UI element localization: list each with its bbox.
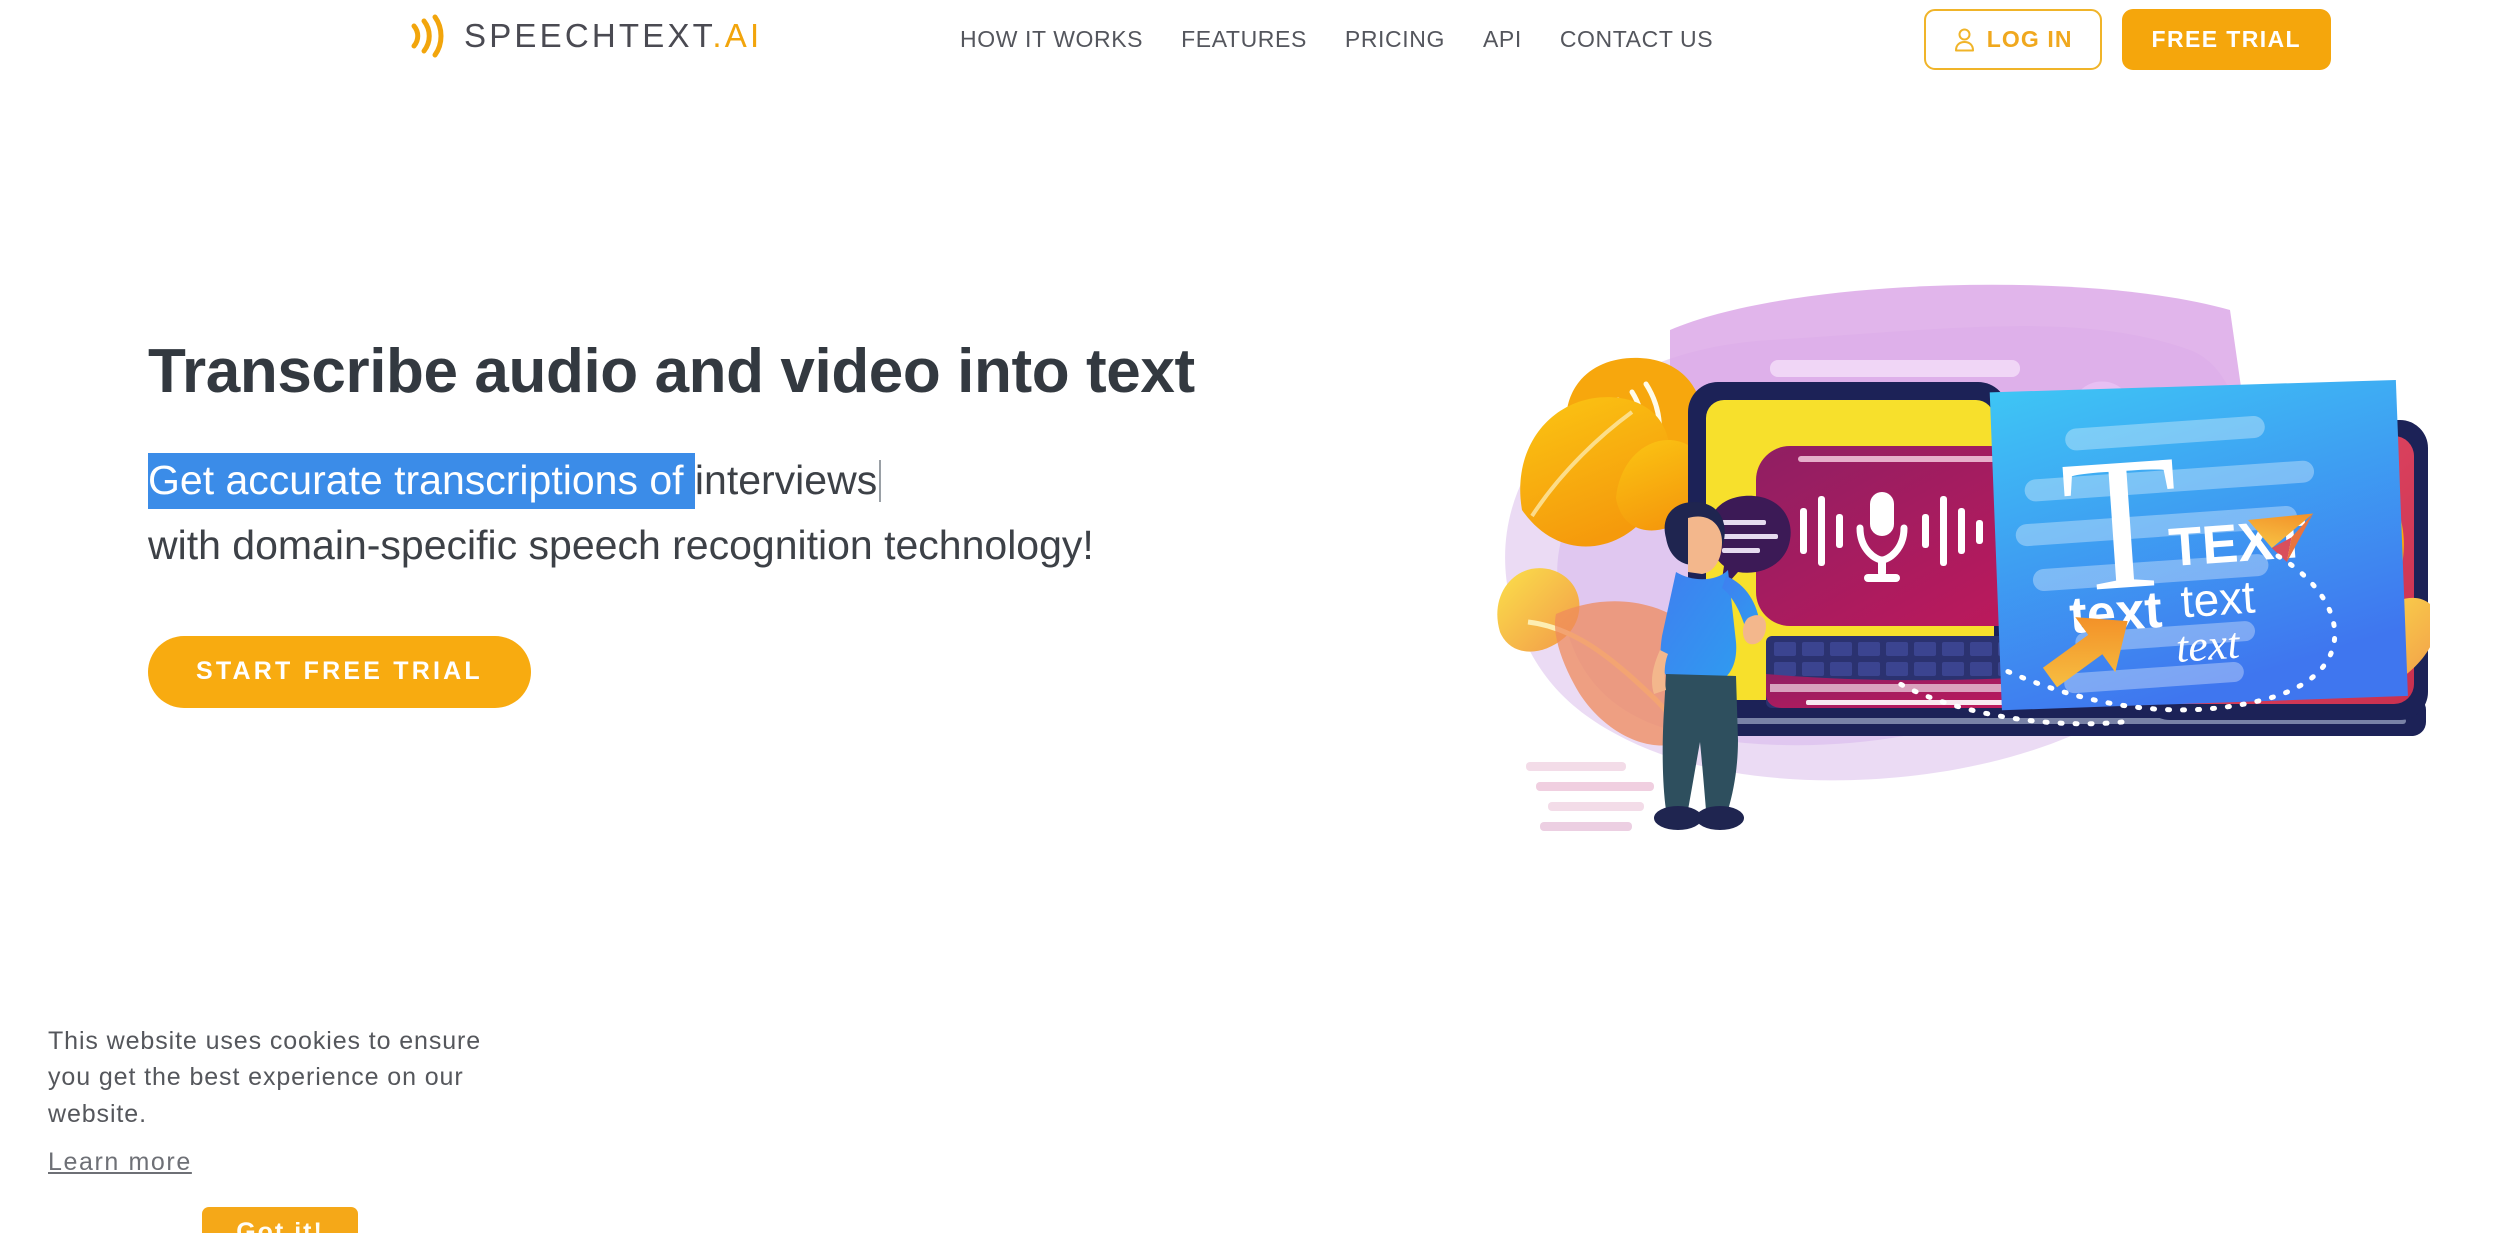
site-header: SPEECHTEXT.AI HOW IT WORKS FEATURES PRIC… — [0, 0, 2517, 86]
header-actions: LOG IN FREE TRIAL — [1923, 9, 2331, 70]
landing-page: SPEECHTEXT.AI HOW IT WORKS FEATURES PRIC… — [0, 0, 2517, 1233]
text-caret — [879, 460, 882, 503]
page-title: Transcribe audio and video into text — [148, 337, 1195, 406]
speech-to-text-illustration: T TEXT text text text — [1470, 270, 2430, 870]
nav-item-how-it-works[interactable]: HOW IT WORKS — [960, 26, 1143, 53]
free-trial-button-label: FREE TRIAL — [2151, 26, 2301, 52]
cookie-learn-more-link[interactable]: Learn more — [48, 1148, 192, 1177]
start-free-trial-label: START FREE TRIAL — [196, 657, 483, 686]
nav-item-api[interactable]: API — [1483, 26, 1522, 53]
logo-wordmark: SPEECHTEXT.AI — [464, 17, 762, 55]
login-button[interactable]: LOG IN — [1923, 9, 2102, 70]
hero-subtitle-rest: interviews — [694, 457, 878, 504]
illustration-text-4: text — [2174, 618, 2243, 671]
main-navigation: HOW IT WORKS FEATURES PRICING API CONTAC… — [960, 26, 1713, 53]
hero-content: Transcribe audio and video into text Get… — [148, 337, 1398, 708]
cookie-accept-button[interactable]: Got it! — [202, 1206, 358, 1233]
cookie-accept-label: Got it! — [236, 1218, 324, 1233]
sound-wave-icon — [408, 14, 446, 58]
nav-item-pricing[interactable]: PRICING — [1345, 26, 1445, 53]
user-icon — [1953, 27, 1976, 52]
illustration-text-3: text — [2179, 570, 2257, 627]
site-logo[interactable]: SPEECHTEXT.AI — [408, 14, 762, 58]
logo-name-suffix: .AI — [712, 17, 763, 54]
hero-subtitle-line2: with domain-specific speech recognition … — [148, 521, 1094, 568]
nav-item-features[interactable]: FEATURES — [1181, 26, 1307, 53]
start-free-trial-button[interactable]: START FREE TRIAL — [148, 635, 531, 708]
login-button-label: LOG IN — [1986, 26, 2073, 52]
cookie-consent-banner: This website uses cookies to ensure you … — [0, 1005, 560, 1233]
selected-text: Get accurate transcriptions of — [148, 453, 695, 510]
hero-subtitle[interactable]: Get accurate transcriptions of interview… — [148, 448, 1398, 578]
cookie-button-row: Got it! — [48, 1206, 512, 1233]
cookie-message: This website uses cookies to ensure you … — [48, 1027, 482, 1128]
nav-item-contact-us[interactable]: CONTACT US — [1560, 26, 1713, 53]
logo-name-main: SPEECHTEXT — [464, 17, 713, 54]
free-trial-button[interactable]: FREE TRIAL — [2121, 9, 2331, 70]
